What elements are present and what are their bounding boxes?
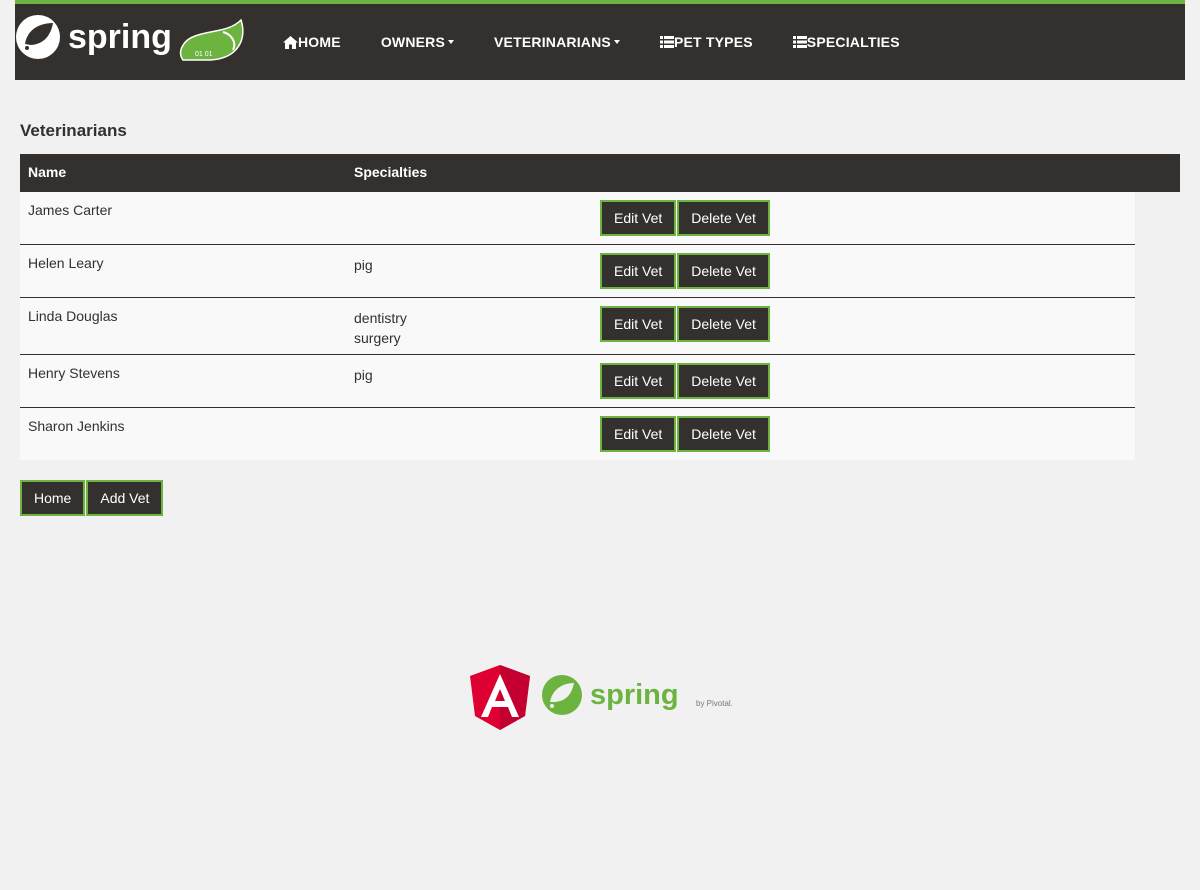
specialty-item: surgery [354, 330, 401, 346]
delete-vet-button[interactable]: Delete Vet [677, 200, 770, 236]
header-name: Name [28, 164, 67, 180]
nav-owners-label: OWNERS [380, 34, 446, 50]
spring-logo[interactable]: spring 01 01 [15, 14, 245, 64]
delete-vet-button[interactable]: Delete Vet [677, 306, 770, 342]
footer-logos: spring by Pivotal. [470, 665, 733, 730]
svg-text:spring: spring [590, 679, 679, 711]
vet-name: Henry Stevens [28, 365, 120, 381]
nav-home[interactable]: HOME [263, 4, 361, 80]
delete-vet-button[interactable]: Delete Vet [677, 253, 770, 289]
table-header: Name Specialties [20, 154, 1180, 192]
table-row: Helen Leary pig Edit Vet Delete Vet [20, 245, 1135, 298]
table-row: Sharon Jenkins Edit Vet Delete Vet [20, 408, 1135, 460]
vet-specialties: pig [354, 255, 373, 275]
caret-down-icon [613, 40, 620, 44]
nav-specialties[interactable]: SPECIALTIES [773, 4, 920, 80]
nav-pet-types[interactable]: PET TYPES [640, 4, 773, 80]
svg-text:01 01: 01 01 [195, 51, 213, 58]
nav-home-label: HOME [298, 34, 341, 50]
specialty-item: pig [354, 257, 373, 273]
top-navbar: spring 01 01 HOME OWNERS VETERINARIANS P… [15, 0, 1185, 80]
specialty-item: pig [354, 367, 373, 383]
vet-name: James Carter [28, 202, 113, 218]
vet-name: Linda Douglas [28, 308, 118, 324]
page-title: Veterinarians [20, 121, 127, 140]
home-button[interactable]: Home [20, 480, 86, 516]
table-row: Henry Stevens pig Edit Vet Delete Vet [20, 355, 1135, 408]
page-actions: Home Add Vet [20, 480, 164, 516]
nav-owners[interactable]: OWNERS [361, 4, 474, 80]
list-icon [792, 36, 807, 48]
vets-table: Name Specialties James Carter Edit Vet D… [20, 154, 1180, 460]
specialty-item: dentistry [354, 310, 407, 326]
vet-name: Sharon Jenkins [28, 418, 125, 434]
edit-vet-button[interactable]: Edit Vet [600, 306, 677, 342]
edit-vet-button[interactable]: Edit Vet [600, 363, 677, 399]
table-row: James Carter Edit Vet Delete Vet [20, 192, 1135, 245]
delete-vet-button[interactable]: Delete Vet [677, 363, 770, 399]
caret-down-icon [448, 40, 455, 44]
delete-vet-button[interactable]: Delete Vet [677, 416, 770, 452]
edit-vet-button[interactable]: Edit Vet [600, 253, 677, 289]
header-specialties: Specialties [354, 164, 428, 180]
vet-specialties: dentistry surgery [354, 308, 407, 348]
nav-pet-types-label: PET TYPES [673, 34, 753, 50]
nav-veterinarians-label: VETERINARIANS [494, 34, 611, 50]
svg-text:by Pivotal.: by Pivotal. [696, 699, 733, 708]
nav-specialties-label: SPECIALTIES [806, 34, 900, 50]
list-icon [659, 36, 674, 48]
add-vet-button[interactable]: Add Vet [86, 480, 164, 516]
vet-name: Helen Leary [28, 255, 104, 271]
vet-specialties: pig [354, 365, 373, 385]
edit-vet-button[interactable]: Edit Vet [600, 200, 677, 236]
spring-footer-logo: spring by Pivotal. [542, 675, 733, 715]
home-icon [283, 35, 298, 49]
nav-veterinarians[interactable]: VETERINARIANS [474, 4, 640, 80]
angular-logo [470, 665, 530, 730]
table-row: Linda Douglas dentistry surgery Edit Vet… [20, 298, 1135, 355]
edit-vet-button[interactable]: Edit Vet [600, 416, 677, 452]
svg-text:spring: spring [68, 18, 172, 56]
